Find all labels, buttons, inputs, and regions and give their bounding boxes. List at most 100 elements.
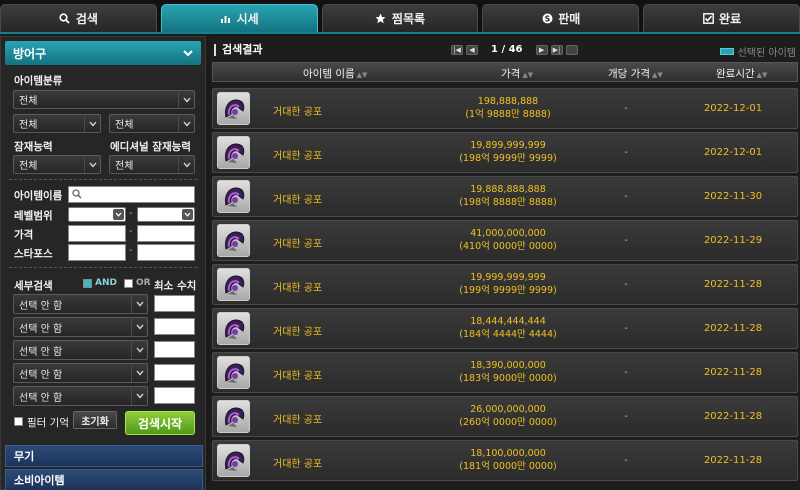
unit-price: -	[624, 367, 628, 378]
option-select-4[interactable]: 선택 안 함	[13, 363, 148, 383]
item-name-input[interactable]	[68, 186, 195, 203]
option-min-input-5[interactable]	[154, 387, 195, 404]
chevron-down-icon	[178, 156, 194, 173]
option-select-4-value: 선택 안 함	[19, 369, 63, 381]
first-page-icon[interactable]: |◀	[451, 44, 463, 55]
results-panel: 검색결과 |◀ ◀ 1 / 46 ▶ ▶| 선택된 아이템 아이템 이름 ▲▼ 가…	[210, 36, 800, 490]
chevron-down-icon	[113, 209, 124, 220]
item-name: 거대한 공포	[273, 195, 323, 206]
table-row[interactable]: 거대한 공포 18,444,444,444 (184억 4444만 4444) - 20…	[212, 308, 798, 349]
item-name: 거대한 공포	[273, 459, 323, 470]
additional-potential-select[interactable]: 전체	[109, 155, 195, 174]
column-header-completed[interactable]: 완료시간 ▲▼	[716, 66, 767, 81]
price-korean: (198억 9999만 9999)	[459, 153, 557, 164]
category-header-label: 방어구	[13, 46, 47, 61]
unit-price: -	[624, 411, 628, 422]
chevron-down-icon	[131, 341, 147, 359]
price-value: 198,888,888	[477, 96, 539, 107]
starforce-max-input[interactable]	[137, 244, 195, 261]
table-row[interactable]: 거대한 공포 19,899,999,999 (198억 9999만 9999) - 20…	[212, 132, 798, 173]
starforce-min-input[interactable]	[68, 244, 126, 261]
sub-class-select-2[interactable]: 전체	[109, 114, 195, 133]
price-korean: (410억 0000만 0000)	[459, 241, 557, 252]
category-consumable[interactable]: 소비아이템	[5, 469, 203, 490]
table-row[interactable]: 거대한 공포 18,390,000,000 (183억 9000만 0000) - 20…	[212, 352, 798, 393]
sub-class-select-1[interactable]: 전체	[13, 114, 101, 133]
option-select-5[interactable]: 선택 안 함	[13, 386, 148, 406]
completed-date: 2022-12-01	[703, 103, 763, 114]
more-page-icon[interactable]	[565, 44, 578, 55]
price-value: 18,100,000,000	[470, 448, 546, 459]
table-row[interactable]: 거대한 공포 19,888,888,888 (198억 8888만 8888) - 20…	[212, 176, 798, 217]
sort-icon: ▲▼	[651, 71, 663, 79]
helmet-icon	[217, 92, 250, 125]
table-row[interactable]: 거대한 공포 26,000,000,000 (260억 0000만 0000) - 20…	[212, 396, 798, 437]
table-row[interactable]: 거대한 공포 41,000,000,000 (410억 0000만 0000) - 20…	[212, 220, 798, 261]
range-separator: -	[129, 245, 133, 256]
price-korean: (199억 9999만 9999)	[459, 285, 557, 296]
item-price: 18,390,000,000 (183억 9000만 0000)	[443, 359, 573, 385]
option-min-input-1[interactable]	[154, 295, 195, 312]
item-price: 198,888,888 (1억 9888만 8888)	[443, 95, 573, 121]
option-select-2[interactable]: 선택 안 함	[13, 317, 148, 337]
option-min-input-3[interactable]	[154, 341, 195, 358]
level-max-select[interactable]	[137, 207, 195, 222]
prev-page-icon[interactable]: ◀	[466, 44, 478, 55]
tab-search-label: 검색	[75, 12, 98, 26]
completed-date: 2022-11-29	[703, 235, 763, 246]
helmet-icon	[217, 180, 250, 213]
level-min-select[interactable]	[68, 207, 126, 222]
tab-price-history[interactable]: 시세	[160, 4, 318, 32]
table-row[interactable]: 거대한 공포 18,100,000,000 (181억 0000만 0000) - 20…	[212, 440, 798, 481]
option-min-input-4[interactable]	[154, 364, 195, 381]
page-current: 1	[491, 44, 498, 55]
column-header-unit-price[interactable]: 개당 가격 ▲▼	[608, 66, 663, 81]
potential-select[interactable]: 전체	[13, 155, 101, 174]
or-checkbox[interactable]	[124, 279, 133, 288]
range-separator: -	[129, 226, 133, 237]
helmet-icon	[217, 312, 250, 345]
table-row[interactable]: 거대한 공포 198,888,888 (1억 9888만 8888) - 2022-12…	[212, 88, 798, 129]
option-min-input-2[interactable]	[154, 318, 195, 335]
price-max-input[interactable]	[137, 225, 195, 242]
search-icon	[72, 189, 82, 202]
last-page-icon[interactable]: ▶|	[550, 44, 563, 55]
filter-sidebar: 방어구 아이템분류 전체 전체 전체 잠재능력 에디셔널 잠재능력 전체 전체 …	[0, 36, 206, 490]
sub-class-value-1: 전체	[19, 120, 38, 131]
table-row[interactable]: 거대한 공포 19,999,999,999 (199억 9999만 9999) - 20…	[212, 264, 798, 305]
top-tab-bar: 검색 시세 찜목록 S 판매 완료	[0, 0, 800, 34]
price-korean: (260억 0000만 0000)	[459, 417, 557, 428]
column-header-name[interactable]: 아이템 이름 ▲▼	[303, 66, 367, 81]
option-select-5-value: 선택 안 함	[19, 392, 63, 404]
additional-potential-label: 에디셔널 잠재능력	[110, 141, 191, 153]
category-weapon[interactable]: 무기	[5, 445, 203, 467]
option-select-1[interactable]: 선택 안 함	[13, 294, 148, 314]
search-start-button[interactable]: 검색시작	[125, 411, 195, 435]
price-value: 18,390,000,000	[470, 360, 546, 371]
reset-button[interactable]: 초기화	[73, 411, 117, 429]
tab-completed[interactable]: 완료	[643, 4, 800, 32]
price-min-input[interactable]	[68, 225, 126, 242]
item-class-select[interactable]: 전체	[13, 90, 195, 109]
tab-search[interactable]: 검색	[0, 4, 157, 32]
tab-sell[interactable]: S 판매	[482, 4, 640, 32]
price-korean: (1억 9888만 8888)	[465, 109, 551, 120]
price-value: 26,000,000,000	[470, 404, 546, 415]
tab-wishlist[interactable]: 찜목록	[321, 4, 479, 32]
coin-icon: S	[541, 13, 553, 25]
star-icon	[375, 13, 387, 25]
next-page-icon[interactable]: ▶	[535, 44, 548, 55]
chevron-down-icon	[131, 318, 147, 336]
chevron-down-icon	[131, 364, 147, 382]
item-price: 18,444,444,444 (184억 4444만 4444)	[443, 315, 573, 341]
column-header-price[interactable]: 가격 ▲▼	[501, 66, 533, 81]
detail-search-label: 세부검색	[14, 280, 53, 292]
unit-price: -	[624, 191, 628, 202]
option-select-3[interactable]: 선택 안 함	[13, 340, 148, 360]
filter-memory-checkbox[interactable]	[14, 417, 23, 426]
category-header[interactable]: 방어구	[5, 41, 201, 65]
table-header: 아이템 이름 ▲▼ 가격 ▲▼ 개당 가격 ▲▼ 완료시간 ▲▼	[212, 62, 798, 82]
item-price: 41,000,000,000 (410억 0000만 0000)	[443, 227, 573, 253]
and-checkbox[interactable]	[83, 279, 92, 288]
sort-icon: ▲▼	[522, 71, 534, 79]
